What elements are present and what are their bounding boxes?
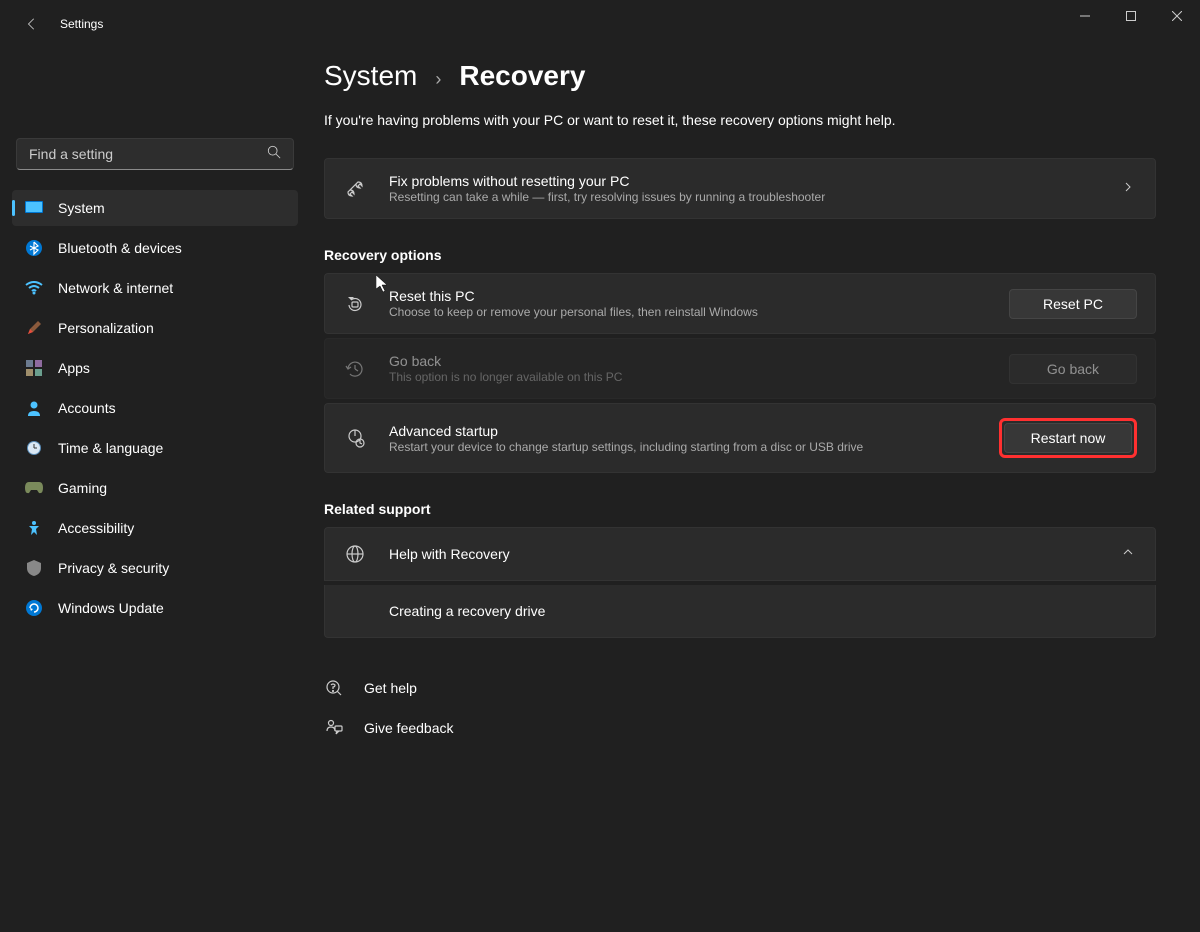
- sidebar-item-label: System: [58, 200, 105, 216]
- accessibility-icon: [24, 518, 44, 538]
- power-advanced-icon: [343, 426, 367, 450]
- card-subtitle: This option is no longer available on th…: [389, 370, 997, 384]
- content-area: System › Recovery If you're having probl…: [310, 48, 1200, 932]
- breadcrumb: System › Recovery: [324, 60, 1156, 92]
- link-label: Get help: [364, 680, 417, 696]
- sidebar-item-bluetooth[interactable]: Bluetooth & devices: [12, 230, 298, 266]
- sidebar-item-windows-update[interactable]: Windows Update: [12, 590, 298, 626]
- section-related-support: Related support: [324, 501, 1156, 517]
- sidebar-item-apps[interactable]: Apps: [12, 350, 298, 386]
- sidebar-item-label: Time & language: [58, 440, 163, 456]
- troubleshoot-card[interactable]: Fix problems without resetting your PC R…: [324, 158, 1156, 219]
- wrench-icon: [343, 177, 367, 201]
- card-title: Go back: [389, 353, 997, 369]
- link-label: Creating a recovery drive: [389, 603, 545, 619]
- search-icon: [267, 145, 281, 164]
- card-subtitle: Choose to keep or remove your personal f…: [389, 305, 997, 319]
- sidebar-item-accessibility[interactable]: Accessibility: [12, 510, 298, 546]
- display-icon: [24, 198, 44, 218]
- feedback-icon: [324, 718, 344, 738]
- shield-icon: [24, 558, 44, 578]
- sidebar-item-time-language[interactable]: Time & language: [12, 430, 298, 466]
- sidebar-item-gaming[interactable]: Gaming: [12, 470, 298, 506]
- sidebar-item-accounts[interactable]: Accounts: [12, 390, 298, 426]
- card-subtitle: Resetting can take a while — first, try …: [389, 190, 1119, 204]
- sidebar-item-personalization[interactable]: Personalization: [12, 310, 298, 346]
- history-icon: [343, 357, 367, 381]
- sidebar-item-label: Apps: [58, 360, 90, 376]
- chevron-right-icon: ›: [435, 69, 441, 90]
- go-back-card: Go back This option is no longer availab…: [324, 338, 1156, 399]
- card-title: Help with Recovery: [389, 546, 1119, 562]
- sidebar-item-label: Accessibility: [58, 520, 134, 536]
- person-icon: [24, 398, 44, 418]
- highlight-annotation: Restart now: [999, 418, 1137, 458]
- breadcrumb-parent[interactable]: System: [324, 60, 417, 92]
- breadcrumb-current: Recovery: [459, 60, 585, 92]
- sidebar-item-label: Personalization: [58, 320, 154, 336]
- titlebar: Settings: [0, 0, 1200, 48]
- sidebar-item-label: Accounts: [58, 400, 116, 416]
- reset-pc-card: Reset this PC Choose to keep or remove y…: [324, 273, 1156, 334]
- card-subtitle: Restart your device to change startup se…: [389, 440, 987, 454]
- help-recovery-card[interactable]: Help with Recovery: [324, 527, 1156, 581]
- reset-pc-button[interactable]: Reset PC: [1009, 289, 1137, 319]
- restart-now-button[interactable]: Restart now: [1004, 423, 1132, 453]
- sidebar: System Bluetooth & devices Network & int…: [0, 48, 310, 932]
- close-button[interactable]: [1154, 0, 1200, 32]
- section-recovery-options: Recovery options: [324, 247, 1156, 263]
- page-description: If you're having problems with your PC o…: [324, 112, 1156, 128]
- search-input[interactable]: [29, 146, 267, 162]
- update-icon: [24, 598, 44, 618]
- get-help-link[interactable]: Get help: [324, 668, 1156, 708]
- sidebar-item-label: Windows Update: [58, 600, 164, 616]
- sidebar-item-label: Bluetooth & devices: [58, 240, 182, 256]
- give-feedback-link[interactable]: Give feedback: [324, 708, 1156, 748]
- link-label: Give feedback: [364, 720, 454, 736]
- help-icon: [324, 678, 344, 698]
- card-title: Reset this PC: [389, 288, 997, 304]
- card-title: Advanced startup: [389, 423, 987, 439]
- chevron-up-icon: [1119, 545, 1137, 563]
- maximize-button[interactable]: [1108, 0, 1154, 32]
- card-title: Fix problems without resetting your PC: [389, 173, 1119, 189]
- wifi-icon: [24, 278, 44, 298]
- gamepad-icon: [24, 478, 44, 498]
- recovery-drive-link[interactable]: Creating a recovery drive: [324, 585, 1156, 638]
- reset-icon: [343, 292, 367, 316]
- sidebar-item-label: Gaming: [58, 480, 107, 496]
- clock-icon: [24, 438, 44, 458]
- search-box[interactable]: [16, 138, 294, 170]
- sidebar-item-system[interactable]: System: [12, 190, 298, 226]
- window-title: Settings: [60, 17, 103, 31]
- brush-icon: [24, 318, 44, 338]
- go-back-button: Go back: [1009, 354, 1137, 384]
- back-button[interactable]: [16, 8, 48, 40]
- sidebar-item-network[interactable]: Network & internet: [12, 270, 298, 306]
- sidebar-item-privacy[interactable]: Privacy & security: [12, 550, 298, 586]
- advanced-startup-card: Advanced startup Restart your device to …: [324, 403, 1156, 473]
- globe-icon: [343, 542, 367, 566]
- minimize-button[interactable]: [1062, 0, 1108, 32]
- apps-icon: [24, 358, 44, 378]
- bluetooth-icon: [24, 238, 44, 258]
- chevron-right-icon: [1119, 180, 1137, 198]
- sidebar-item-label: Privacy & security: [58, 560, 169, 576]
- sidebar-item-label: Network & internet: [58, 280, 173, 296]
